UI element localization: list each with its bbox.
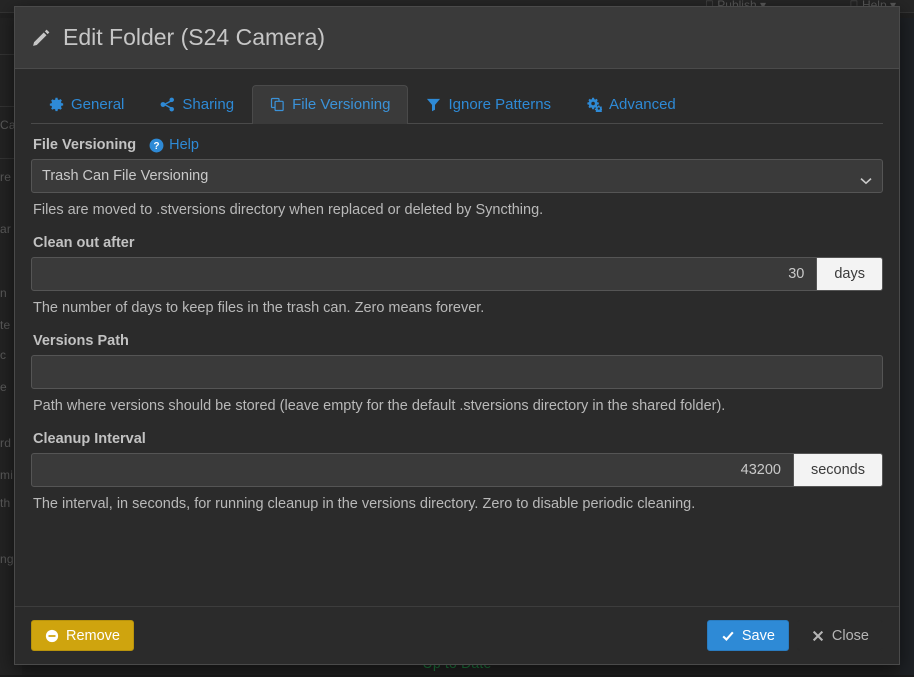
modal-footer: Remove Save Close xyxy=(15,606,899,664)
background-fragment: ar xyxy=(0,222,12,236)
pencil-icon xyxy=(31,28,51,48)
cleanup-interval-unit: seconds xyxy=(793,453,883,487)
tab-general[interactable]: General xyxy=(31,85,142,124)
filter-icon xyxy=(426,97,441,112)
cleanup-interval-input[interactable] xyxy=(31,453,794,487)
check-icon xyxy=(721,629,735,643)
minus-circle-icon xyxy=(45,629,59,643)
background-fragment: mi xyxy=(0,468,14,482)
close-button[interactable]: Close xyxy=(796,620,883,651)
copy-icon xyxy=(270,97,285,112)
tab-file-versioning[interactable]: File Versioning xyxy=(252,85,409,124)
file-versioning-label: File Versioning ? Help xyxy=(33,137,883,153)
remove-button[interactable]: Remove xyxy=(31,620,134,651)
versioning-type-select[interactable]: Trash Can File Versioning xyxy=(31,159,883,193)
background-fragment: te xyxy=(0,318,11,332)
clean-out-after-group: days xyxy=(31,257,883,291)
save-button-label: Save xyxy=(741,627,775,644)
background-fragment: rd xyxy=(0,436,12,450)
cleanup-interval-hint: The interval, in seconds, for running cl… xyxy=(33,496,696,512)
save-button[interactable]: Save xyxy=(706,620,789,651)
close-button-label: Close xyxy=(831,627,869,644)
edit-folder-modal: Edit Folder (S24 Camera) General Sharing… xyxy=(14,6,900,665)
modal-header: Edit Folder (S24 Camera) xyxy=(15,7,899,69)
background-right-panel xyxy=(900,18,914,677)
tab-sharing[interactable]: Sharing xyxy=(142,85,252,124)
modal-body: General Sharing File Versioning Ignore P… xyxy=(15,69,899,606)
cleanup-interval-group: seconds xyxy=(31,453,883,487)
tab-label: Ignore Patterns xyxy=(448,96,552,113)
gear-icon xyxy=(49,97,64,112)
footer-actions: Save Close xyxy=(706,620,883,651)
share-icon xyxy=(160,97,175,112)
question-circle-icon: ? xyxy=(149,138,164,153)
tab-label: File Versioning xyxy=(292,96,391,113)
versions-path-hint: Path where versions should be stored (le… xyxy=(33,398,726,414)
clean-out-after-hint: The number of days to keep files in the … xyxy=(33,300,485,316)
cleanup-interval-label: Cleanup Interval xyxy=(33,431,146,447)
tab-advanced[interactable]: Advanced xyxy=(569,85,694,124)
clean-out-after-unit: days xyxy=(817,257,883,291)
page-title: Edit Folder (S24 Camera) xyxy=(31,24,325,51)
times-icon xyxy=(811,629,825,643)
tab-label: General xyxy=(71,96,125,113)
background-fragment: e xyxy=(0,380,7,394)
file-versioning-label-text: File Versioning xyxy=(33,137,137,153)
versioning-type-select-wrap: Trash Can File Versioning xyxy=(31,159,883,193)
clean-out-after-input[interactable] xyxy=(31,257,818,291)
background-fragment: n xyxy=(0,286,7,300)
help-link[interactable]: ? Help xyxy=(149,137,199,153)
gears-icon xyxy=(587,97,603,112)
tab-ignore-patterns[interactable]: Ignore Patterns xyxy=(408,85,569,124)
tab-bar: General Sharing File Versioning Ignore P… xyxy=(31,85,883,124)
versions-path-label: Versions Path xyxy=(33,333,129,349)
versioning-hint: Files are moved to .stversions directory… xyxy=(33,202,544,218)
background-fragment: ng xyxy=(0,552,14,566)
versions-path-input[interactable] xyxy=(31,355,883,389)
background-fragment: re xyxy=(0,170,12,184)
tab-label: Advanced xyxy=(609,96,676,113)
tab-label: Sharing xyxy=(182,96,235,113)
svg-text:?: ? xyxy=(154,140,160,151)
modal-title-text: Edit Folder (S24 Camera) xyxy=(63,24,326,50)
background-fragment: th xyxy=(0,496,11,510)
help-link-label: Help xyxy=(169,137,199,153)
clean-out-after-label: Clean out after xyxy=(33,235,135,251)
remove-button-label: Remove xyxy=(66,627,120,644)
background-fragment: c xyxy=(0,348,7,362)
